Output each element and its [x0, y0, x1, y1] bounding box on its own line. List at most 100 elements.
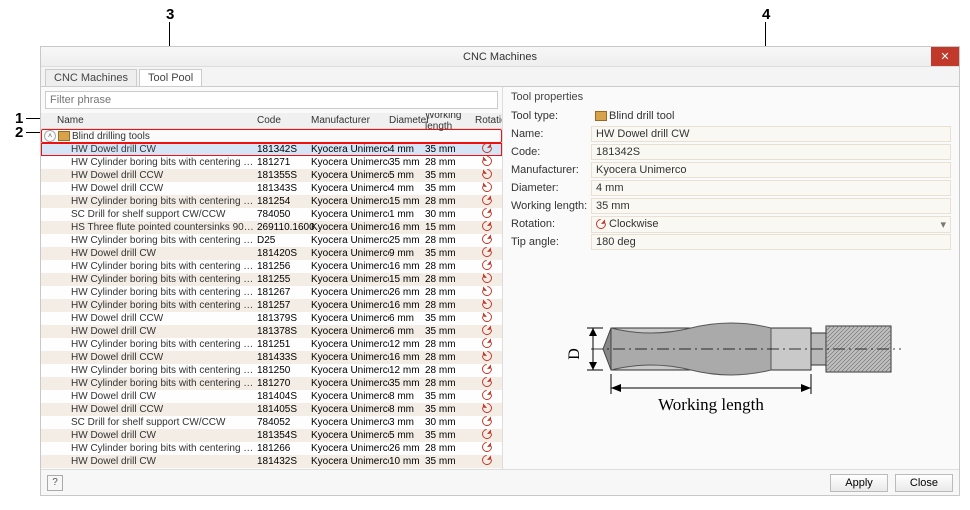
cell-code: 269110.1600 — [257, 222, 311, 233]
table-row[interactable]: HW Dowel drill CCW181433SKyocera Unimerc… — [41, 351, 502, 364]
cell-mfr: Kyocera Unimerco — [311, 196, 389, 207]
cell-rot — [475, 169, 499, 182]
tip-field[interactable]: 180 deg — [591, 234, 951, 250]
dropdown-icon[interactable]: ▾ — [940, 218, 946, 231]
wl-field[interactable]: 35 mm — [591, 198, 951, 214]
table-row[interactable]: HW Dowel drill CW181342SKyocera Unimerco… — [41, 143, 502, 156]
cell-name: HW Cylinder boring bits with centering p… — [41, 378, 257, 389]
cell-mfr: Kyocera Unimerco — [311, 157, 389, 168]
cell-dia: 16 mm — [389, 222, 425, 233]
cell-dia: 6 mm — [389, 326, 425, 337]
cell-wl: 28 mm — [425, 339, 475, 350]
table-row[interactable]: HW Cylinder boring bits with centering p… — [41, 260, 502, 273]
rotation-cw-icon — [480, 375, 494, 389]
cell-code: 181267 — [257, 287, 311, 298]
table-row[interactable]: HW Cylinder boring bits with centering p… — [41, 286, 502, 299]
cell-dia: 35 mm — [389, 157, 425, 168]
table-row[interactable]: HW Dowel drill CW181432SKyocera Unimerco… — [41, 455, 502, 468]
col-header-dia[interactable]: Diameter — [389, 115, 425, 126]
prop-label: Name: — [511, 128, 591, 140]
cell-code: 784052 — [257, 417, 311, 428]
cell-dia: 5 mm — [389, 170, 425, 181]
table-row[interactable]: SC Drill for shelf support CW/CCW784052K… — [41, 416, 502, 429]
prop-value: Blind drill tool — [591, 109, 951, 123]
apply-button[interactable]: Apply — [830, 474, 888, 492]
cell-rot — [475, 364, 499, 377]
cell-rot — [475, 273, 499, 286]
cell-wl: 28 mm — [425, 261, 475, 272]
tab-cnc-machines[interactable]: CNC Machines — [45, 69, 137, 86]
tab-strip: CNC Machines Tool Pool — [41, 67, 959, 87]
rotation-ccw-icon — [480, 297, 494, 311]
col-header-mfr[interactable]: Manufacturer — [311, 115, 389, 126]
col-header-wl[interactable]: Working length — [425, 113, 475, 132]
prop-dia: Diameter: 4 mm — [511, 179, 951, 197]
cell-rot — [475, 208, 499, 221]
table-row[interactable]: HW Dowel drill CW181420SKyocera Unimerco… — [41, 247, 502, 260]
table-row[interactable]: HW Cylinder boring bits with centering p… — [41, 377, 502, 390]
cell-name: HW Cylinder boring bits with centering p… — [41, 157, 257, 168]
rotation-ccw-icon — [480, 349, 494, 363]
cell-rot — [475, 455, 499, 468]
mfr-field[interactable]: Kyocera Unimerco — [591, 162, 951, 178]
table-row[interactable]: HW Cylinder boring bits with centering p… — [41, 195, 502, 208]
table-row[interactable]: HW Dowel drill CCW181405SKyocera Unimerc… — [41, 403, 502, 416]
cell-mfr: Kyocera Unimerco — [311, 339, 389, 350]
col-header-rot[interactable]: Rotation — [475, 115, 499, 126]
cell-mfr: Kyocera Unimerco — [311, 378, 389, 389]
cell-code: 181343S — [257, 183, 311, 194]
cell-rot — [475, 338, 499, 351]
table-row[interactable]: HW Cylinder boring bits with centering p… — [41, 364, 502, 377]
table-row[interactable]: HW Cylinder boring bits with centering p… — [41, 234, 502, 247]
cell-dia: 4 mm — [389, 144, 425, 155]
rot-select[interactable]: Clockwise▾ — [591, 216, 951, 233]
tab-tool-pool[interactable]: Tool Pool — [139, 69, 202, 86]
rotation-ccw-icon — [480, 401, 494, 415]
rotation-ccw-icon — [480, 154, 494, 168]
prop-tip: Tip angle: 180 deg — [511, 233, 951, 251]
rotation-cw-icon — [480, 336, 494, 350]
tool-diagram: D — [511, 251, 951, 465]
cell-wl: 28 mm — [425, 235, 475, 246]
help-button[interactable]: ? — [47, 475, 63, 491]
cell-mfr: Kyocera Unimerco — [311, 300, 389, 311]
cell-mfr: Kyocera Unimerco — [311, 352, 389, 363]
table-row[interactable]: HW Dowel drill CCW181343SKyocera Unimerc… — [41, 182, 502, 195]
cell-wl: 28 mm — [425, 196, 475, 207]
table-row[interactable]: HW Cylinder boring bits with centering p… — [41, 338, 502, 351]
cell-rot — [475, 195, 499, 208]
table-row[interactable]: HW Dowel drill CCW181355SKyocera Unimerc… — [41, 169, 502, 182]
name-field[interactable]: HW Dowel drill CW — [591, 126, 951, 142]
table-row[interactable]: HW Dowel drill CW181404SKyocera Unimerco… — [41, 390, 502, 403]
tool-grid[interactable]: Name Code Manufacturer Diameter Working … — [41, 113, 502, 469]
table-row[interactable]: HW Dowel drill CW181378SKyocera Unimerco… — [41, 325, 502, 338]
table-row[interactable]: HW Cylinder boring bits with centering p… — [41, 273, 502, 286]
cell-code: 181355S — [257, 170, 311, 181]
cell-dia: 1 mm — [389, 209, 425, 220]
window-close-button[interactable]: ✕ — [931, 47, 959, 66]
table-row[interactable]: HW Cylinder boring bits with centering p… — [41, 156, 502, 169]
cell-code: 181342S — [257, 144, 311, 155]
table-row[interactable]: HW Cylinder boring bits with centering p… — [41, 299, 502, 312]
col-header-name[interactable]: Name — [41, 115, 257, 126]
table-row[interactable]: SC Drill for shelf support CW/CCW784050K… — [41, 208, 502, 221]
cell-mfr: Kyocera Unimerco — [311, 326, 389, 337]
cell-dia: 35 mm — [389, 378, 425, 389]
dia-field[interactable]: 4 mm — [591, 180, 951, 196]
cell-name: HW Dowel drill CW — [41, 430, 257, 441]
table-row[interactable]: HW Dowel drill CW181354SKyocera Unimerco… — [41, 429, 502, 442]
table-row[interactable]: HW Cylinder boring bits with centering p… — [41, 442, 502, 455]
table-row[interactable]: HW Dowel drill CCW181379SKyocera Unimerc… — [41, 312, 502, 325]
table-row[interactable]: HS Three flute pointed countersinks 90° … — [41, 221, 502, 234]
cell-wl: 35 mm — [425, 170, 475, 181]
cell-wl: 35 mm — [425, 248, 475, 259]
cell-wl: 28 mm — [425, 352, 475, 363]
dialog-window: CNC Machines ✕ CNC Machines Tool Pool Na… — [40, 46, 960, 496]
cell-code: 181404S — [257, 391, 311, 402]
chevron-up-icon[interactable]: ˄ — [44, 130, 56, 142]
close-button[interactable]: Close — [895, 474, 953, 492]
col-header-code[interactable]: Code — [257, 115, 311, 126]
filter-input[interactable] — [45, 91, 498, 109]
tool-type-icon — [595, 111, 607, 121]
code-field[interactable]: 181342S — [591, 144, 951, 160]
